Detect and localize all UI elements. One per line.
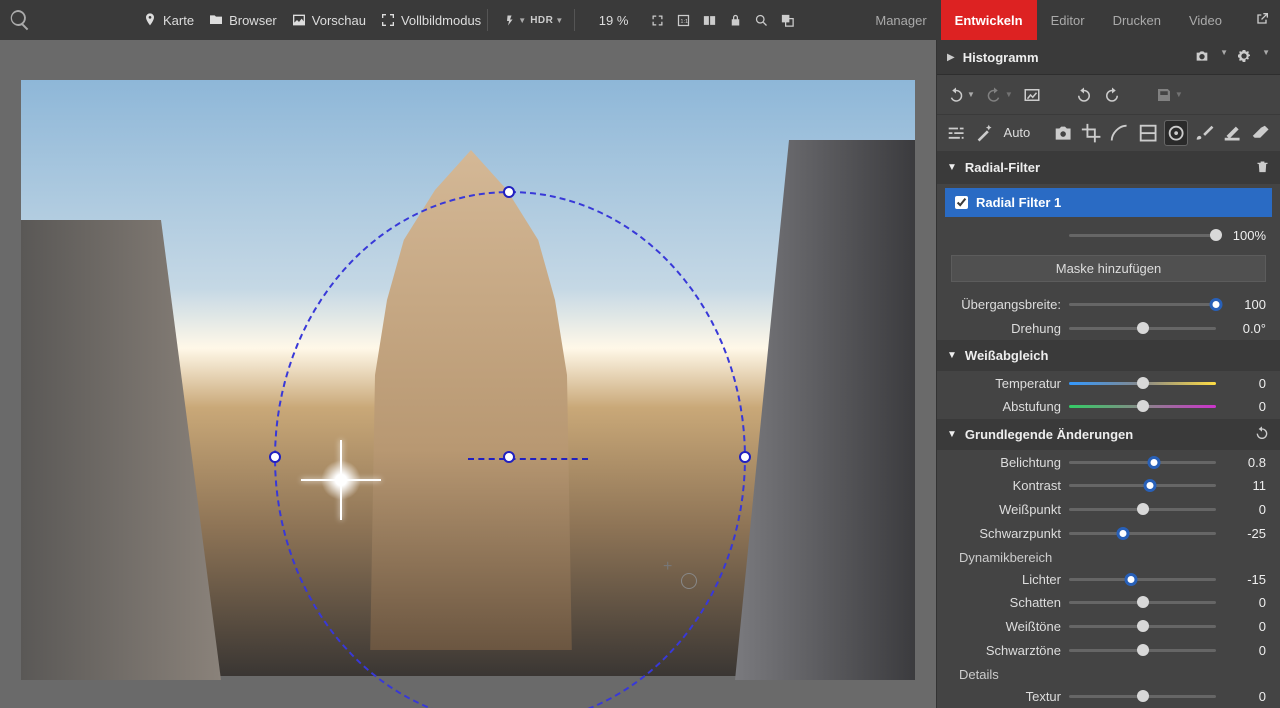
- cursor-circle-icon: [681, 573, 697, 589]
- zoom-value[interactable]: 19 %: [585, 11, 643, 30]
- tool-row: Auto: [937, 115, 1280, 152]
- tab-video[interactable]: Video: [1175, 0, 1236, 40]
- top-toolbar: Karte Browser Vorschau Vollbildmodus ▼ H…: [0, 0, 1280, 40]
- blackpoint-slider[interactable]: [1069, 532, 1216, 535]
- chevron-down-icon: ▼: [947, 350, 957, 361]
- trash-icon[interactable]: [1255, 159, 1270, 177]
- history-row: ▼ ▼ ▼: [937, 75, 1280, 114]
- gear-icon[interactable]: [1236, 48, 1252, 67]
- histogram-header[interactable]: ▶ Histogramm ▼ ▼: [937, 40, 1280, 75]
- onetoone-icon[interactable]: 1:1: [672, 9, 694, 31]
- cursor-plus-icon: +: [663, 558, 672, 576]
- filter-list-item[interactable]: Radial Filter 1: [945, 188, 1272, 218]
- texture-slider[interactable]: [1069, 695, 1216, 698]
- crop-icon[interactable]: [1080, 121, 1102, 145]
- transition-slider[interactable]: [1069, 303, 1216, 306]
- magic-wand-icon[interactable]: [973, 121, 995, 145]
- auto-label[interactable]: Auto: [1004, 125, 1031, 140]
- fullscreen-button[interactable]: Vollbildmodus: [380, 12, 481, 28]
- blacks-slider[interactable]: [1069, 649, 1216, 652]
- undo-icon[interactable]: ▼: [947, 86, 975, 104]
- browser-button[interactable]: Browser: [208, 12, 277, 28]
- lock-icon[interactable]: [724, 9, 746, 31]
- tint-slider[interactable]: [1069, 405, 1216, 408]
- contrast-slider[interactable]: [1069, 484, 1216, 487]
- redo-icon[interactable]: ▼: [985, 86, 1013, 104]
- chevron-down-icon: ▼: [947, 429, 957, 440]
- details-label: Details: [937, 662, 1280, 684]
- whites-slider[interactable]: [1069, 625, 1216, 628]
- exposure-slider[interactable]: [1069, 461, 1216, 464]
- compare-icon[interactable]: [698, 9, 720, 31]
- gradient-filter-icon[interactable]: [1137, 121, 1159, 145]
- add-mask-button[interactable]: Maske hinzufügen: [951, 255, 1266, 283]
- camera-info-icon[interactable]: [1194, 48, 1210, 67]
- svg-text:1:1: 1:1: [680, 19, 688, 25]
- fit-icon[interactable]: [646, 9, 668, 31]
- brush-icon[interactable]: [1193, 121, 1215, 145]
- temperature-slider[interactable]: [1069, 382, 1216, 385]
- adjust-icon[interactable]: [945, 121, 967, 145]
- fullscreen-icon: [380, 12, 396, 28]
- image-preview[interactable]: +: [21, 80, 915, 676]
- hdr-button[interactable]: HDR▼: [530, 9, 564, 31]
- handle-left[interactable]: [269, 451, 281, 463]
- retouch-icon[interactable]: [1221, 121, 1243, 145]
- dynamic-range-label: Dynamikbereich: [937, 545, 1280, 567]
- pin-icon: [142, 12, 158, 28]
- image-icon: [291, 12, 307, 28]
- right-panel: ▶ Histogramm ▼ ▼ ▼ ▼ ▼ Auto: [936, 40, 1280, 708]
- reset-icon[interactable]: [1254, 425, 1270, 444]
- curves-icon[interactable]: [1108, 121, 1130, 145]
- overlay-icon[interactable]: [776, 9, 798, 31]
- rotate-right-icon[interactable]: [1103, 86, 1121, 104]
- search-icon[interactable]: [8, 8, 32, 32]
- tab-manager[interactable]: Manager: [861, 0, 940, 40]
- radial-filter-icon[interactable]: [1165, 121, 1187, 145]
- divider: [487, 9, 488, 31]
- popout-icon[interactable]: [1254, 11, 1270, 30]
- shadows-slider[interactable]: [1069, 601, 1216, 604]
- tab-print[interactable]: Drucken: [1099, 0, 1175, 40]
- highlights-slider[interactable]: [1069, 578, 1216, 581]
- tab-editor[interactable]: Editor: [1037, 0, 1099, 40]
- flash-icon[interactable]: ▼: [504, 9, 526, 31]
- divider: [574, 9, 575, 31]
- opacity-slider[interactable]: [1069, 234, 1216, 237]
- filter-enabled-checkbox[interactable]: [955, 196, 968, 209]
- save-icon[interactable]: ▼: [1155, 86, 1183, 104]
- snapshot-icon[interactable]: [1023, 86, 1041, 104]
- canvas[interactable]: +: [0, 40, 936, 708]
- map-button[interactable]: Karte: [142, 12, 194, 28]
- white-balance-header[interactable]: ▼ Weißabgleich: [937, 340, 1280, 371]
- zoom-lock-icon[interactable]: [750, 9, 772, 31]
- handle-right[interactable]: [739, 451, 751, 463]
- whitepoint-slider[interactable]: [1069, 508, 1216, 511]
- rotation-slider[interactable]: [1069, 327, 1216, 330]
- eraser-icon[interactable]: [1250, 121, 1272, 145]
- tab-develop[interactable]: Entwickeln: [941, 0, 1037, 40]
- chevron-right-icon: ▶: [947, 52, 955, 63]
- basic-adjustments-header[interactable]: ▼ Grundlegende Änderungen: [937, 419, 1280, 450]
- preview-button[interactable]: Vorschau: [291, 12, 366, 28]
- camera-icon[interactable]: [1052, 121, 1074, 145]
- folder-icon: [208, 12, 224, 28]
- radial-filter-section-header[interactable]: ▼ Radial-Filter: [937, 152, 1280, 183]
- chevron-down-icon: ▼: [947, 162, 957, 173]
- rotate-left-icon[interactable]: [1075, 86, 1093, 104]
